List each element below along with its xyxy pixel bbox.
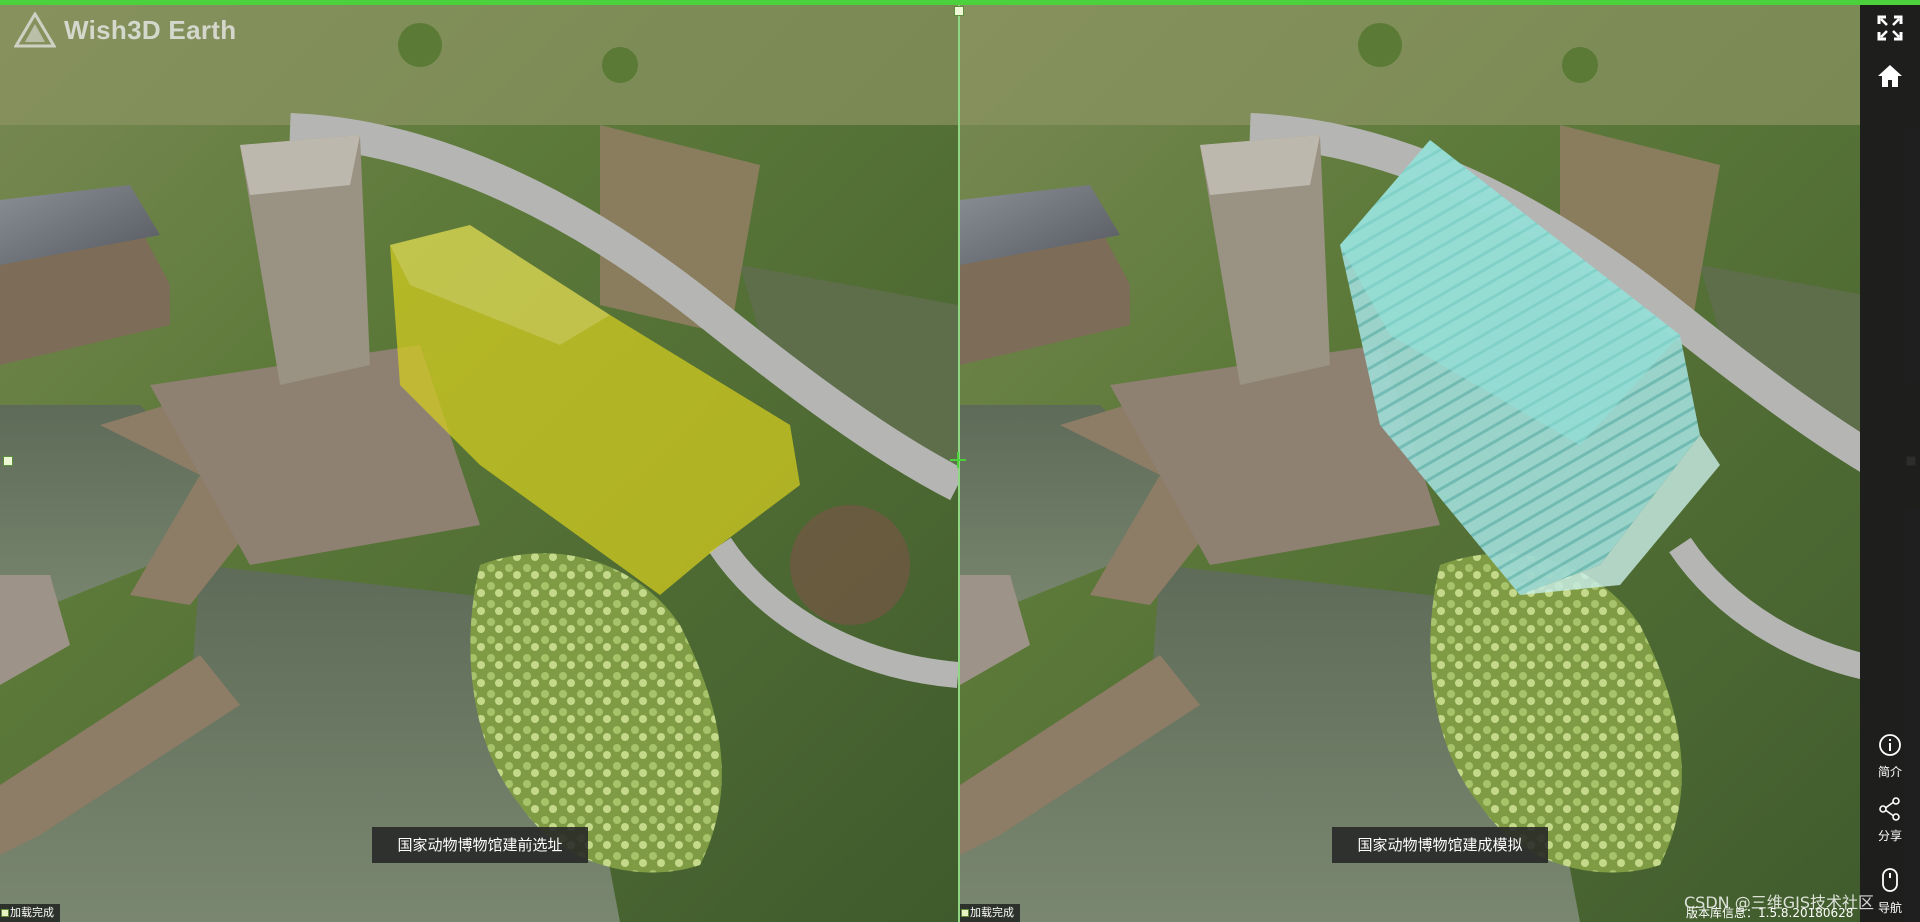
app-logo: Wish3D Earth — [14, 12, 236, 48]
top-accent-bar — [0, 0, 1920, 5]
share-label: 分享 — [1877, 829, 1902, 843]
info-icon — [1879, 734, 1901, 756]
load-status: 加载完成 — [960, 904, 1020, 922]
scene-caption: 国家动物博物馆建成模拟 — [1332, 827, 1548, 863]
fullscreen-button[interactable] — [1860, 15, 1920, 45]
logo-text: Wish3D Earth — [64, 14, 237, 45]
version-info: 版本库信息：1.5.8.20180628 — [1686, 906, 1854, 920]
fullscreen-icon — [1877, 15, 1903, 41]
crosshair-icon[interactable] — [950, 452, 966, 468]
resize-handle-left[interactable] — [3, 456, 13, 466]
left-map-panel[interactable]: 国家动物博物馆建前选址 加载完成 — [0, 5, 958, 922]
home-button[interactable] — [1860, 63, 1920, 93]
resize-handle-top[interactable] — [954, 6, 964, 16]
right-toolbar: 简介 分享 导航 — [1860, 5, 1920, 922]
highlight-layer-left — [390, 225, 800, 595]
intro-label: 简介 — [1877, 765, 1902, 779]
share-icon — [1879, 797, 1900, 821]
logo-mark-icon — [14, 12, 56, 48]
home-icon — [1878, 65, 1902, 87]
load-status: 加载完成 — [0, 904, 60, 922]
share-button[interactable]: 分享 — [1860, 797, 1920, 844]
right-map-panel[interactable]: 国家动物博物馆建成模拟 加载完成 — [960, 5, 1860, 922]
mouse-icon — [1882, 868, 1898, 892]
building-model-right — [1340, 140, 1720, 595]
scene-caption: 国家动物博物馆建前选址 — [372, 827, 588, 863]
intro-button[interactable]: 简介 — [1860, 733, 1920, 780]
